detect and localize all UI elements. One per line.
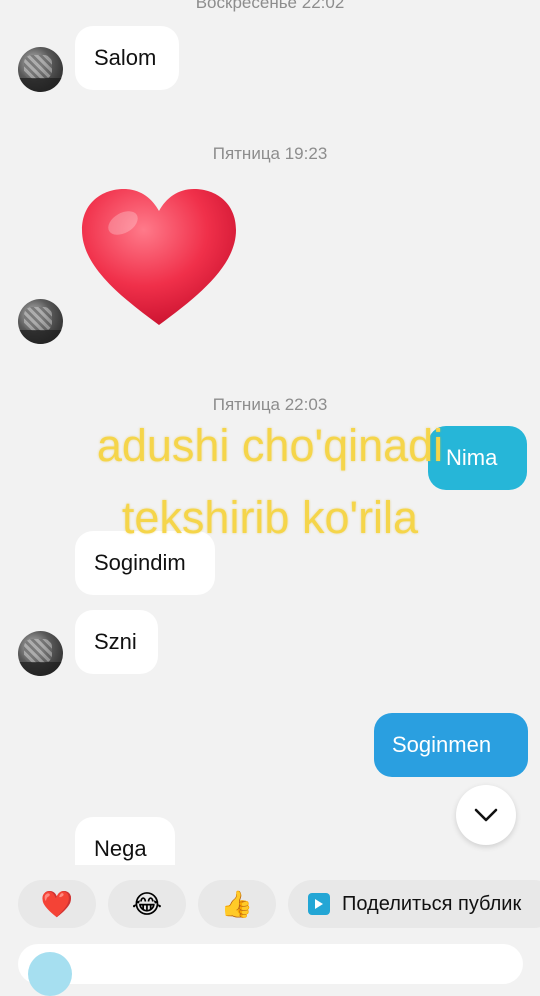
overlay-text-line-2: tekshirib ko'rila [121,492,419,543]
scroll-down-button[interactable] [456,785,516,845]
share-label: Поделиться публик [342,892,522,915]
camera-button[interactable] [28,952,72,996]
timestamp-sunday: Воскресенье 22:02 [195,0,345,12]
message-bubble-salom[interactable]: Salom [75,26,179,90]
message-bubble-nega[interactable]: Nega [75,817,175,865]
message-bubble-soginmen[interactable]: Soginmen [374,713,528,777]
timestamp-friday-2: Пятница 22:03 [212,395,328,414]
reaction-heart-button[interactable]: ❤️ [18,880,96,928]
overlay-text-line-1: adushi cho'qinadi [96,420,444,471]
heart-icon [82,189,236,325]
avatar[interactable] [18,299,63,344]
share-publicly-button[interactable]: Поделиться публик [288,880,540,928]
reaction-thumbs-up-button[interactable]: 👍 [198,880,276,928]
thumbs-up-emoji-icon: 👍 [220,888,254,919]
laugh-emoji-icon: 😂 [131,888,163,919]
avatar[interactable] [18,631,63,676]
timestamp-friday-1: Пятница 19:23 [212,144,328,163]
heart-sticker[interactable] [78,185,240,330]
play-icon [308,893,330,915]
heart-emoji-icon: ❤️ [40,888,74,919]
message-bubble-szni[interactable]: Szni [75,610,158,674]
chevron-down-icon [474,808,498,822]
message-input-bar[interactable] [18,944,523,984]
avatar[interactable] [18,47,63,92]
reaction-laugh-button[interactable]: 😂 [108,880,186,928]
